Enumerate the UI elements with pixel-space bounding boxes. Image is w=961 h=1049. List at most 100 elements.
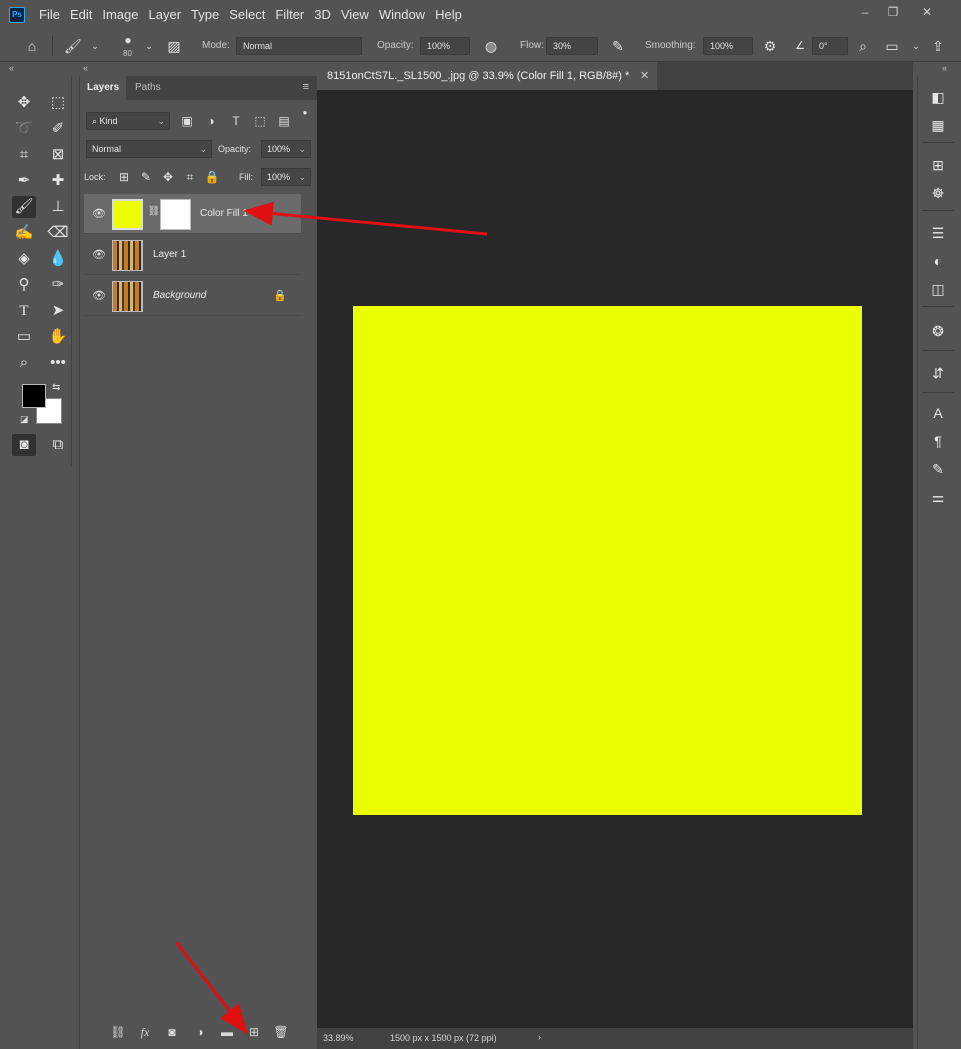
- color-fill-canvas[interactable]: [353, 306, 862, 815]
- mask-thumbnail[interactable]: [160, 199, 191, 230]
- dodge-tool-icon[interactable]: ⚲: [12, 274, 36, 296]
- pen-tool-icon[interactable]: ✑: [46, 274, 70, 296]
- layer-row-layer-1[interactable]: 👁 Layer 1: [84, 235, 301, 275]
- flow-field[interactable]: 30%: [546, 37, 598, 55]
- tab-paths[interactable]: Paths: [128, 76, 168, 100]
- menu-file[interactable]: File: [39, 7, 60, 22]
- clone-stamp-tool-icon[interactable]: ⊥: [46, 196, 70, 218]
- canvas-area[interactable]: [317, 90, 913, 1028]
- rectangle-tool-icon[interactable]: ▭: [12, 326, 36, 348]
- airbrush-icon[interactable]: ✎: [610, 38, 626, 54]
- marquee-tool-icon[interactable]: ⬚: [46, 92, 70, 114]
- filter-toggle-icon[interactable]: ●: [297, 108, 313, 117]
- link-layers-icon[interactable]: ⛓: [110, 1025, 126, 1039]
- search-icon[interactable]: ⌕: [855, 38, 871, 54]
- blend-mode-select[interactable]: Normal ⌄: [86, 140, 212, 158]
- properties-panel-icon[interactable]: ☰: [926, 222, 950, 244]
- menu-type[interactable]: Type: [191, 7, 219, 22]
- blur-tool-icon[interactable]: 💧: [46, 248, 70, 270]
- layer-row-color-fill-1[interactable]: 👁 ⛓ Color Fill 1: [84, 194, 301, 234]
- brush-settings-panel-icon[interactable]: ▨: [166, 38, 182, 54]
- hand-tool-icon[interactable]: ✋: [46, 326, 70, 348]
- adjustments-panel-icon[interactable]: ◐: [926, 250, 950, 272]
- eye-icon[interactable]: 👁: [92, 248, 106, 261]
- more-tools-icon[interactable]: •••: [46, 352, 70, 374]
- quick-selection-tool-icon[interactable]: ✐: [46, 118, 70, 140]
- angle-field[interactable]: 0°: [812, 37, 848, 55]
- layer-thumbnail[interactable]: [112, 281, 143, 312]
- pressure-opacity-icon[interactable]: ◍: [483, 38, 499, 54]
- add-mask-icon[interactable]: ◙: [164, 1025, 180, 1039]
- eye-icon[interactable]: 👁: [92, 207, 106, 220]
- opacity-field[interactable]: 100%: [420, 37, 470, 55]
- swatches-panel-icon[interactable]: ▦: [926, 114, 950, 136]
- menu-layer[interactable]: Layer: [149, 7, 182, 22]
- chevron-down-icon[interactable]: ⌄: [141, 38, 157, 54]
- layer-opacity-field[interactable]: 100% ⌄: [261, 140, 311, 158]
- brush-tool-icon[interactable]: 🖌: [12, 196, 36, 218]
- paint-bucket-tool-icon[interactable]: ◈: [12, 248, 36, 270]
- brush-settings-icon[interactable]: ✎: [926, 458, 950, 480]
- menu-edit[interactable]: Edit: [70, 7, 92, 22]
- layer-comps-panel-icon[interactable]: ◫: [926, 278, 950, 300]
- chevron-right-icon[interactable]: ›: [538, 1032, 541, 1042]
- minimize-icon[interactable]: –: [858, 6, 872, 18]
- screen-mode-icon[interactable]: ⧉: [46, 434, 70, 456]
- menu-view[interactable]: View: [341, 7, 369, 22]
- menu-window[interactable]: Window: [379, 7, 425, 22]
- menu-filter[interactable]: Filter: [275, 7, 304, 22]
- adjustment-layer-icon[interactable]: ◑: [192, 1025, 208, 1039]
- share-icon[interactable]: ⇪: [930, 38, 946, 54]
- filter-type-icon[interactable]: T: [228, 114, 244, 128]
- color-panel-icon[interactable]: ◧: [926, 86, 950, 108]
- filter-shape-icon[interactable]: ⬚: [252, 114, 268, 128]
- smoothing-field[interactable]: 100%: [703, 37, 753, 55]
- brush-tip-icon[interactable]: ●: [120, 32, 136, 48]
- fx-icon[interactable]: fx: [137, 1025, 153, 1040]
- lock-transparent-icon[interactable]: ⊞: [116, 170, 132, 184]
- lock-position-icon[interactable]: ✥: [160, 170, 176, 184]
- kind-filter-select[interactable]: ⌕ Kind ⌄: [86, 112, 170, 130]
- collapse-tools-icon[interactable]: «: [9, 62, 14, 75]
- collapse-dock-icon[interactable]: «: [942, 62, 947, 75]
- tool-presets-icon[interactable]: ⚌: [926, 486, 950, 508]
- lock-icon[interactable]: 🔒: [273, 289, 287, 302]
- fill-field[interactable]: 100% ⌄: [261, 168, 311, 186]
- filter-pixel-icon[interactable]: ▣: [179, 114, 195, 128]
- eyedropper-tool-icon[interactable]: ✒: [12, 170, 36, 192]
- close-tab-icon[interactable]: ✕: [640, 62, 649, 90]
- photoshop-logo-icon[interactable]: Ps: [9, 7, 25, 23]
- filter-smart-object-icon[interactable]: ▤: [276, 114, 292, 128]
- history-panel-icon[interactable]: ⇵: [926, 362, 950, 384]
- restore-icon[interactable]: ❐: [886, 6, 900, 18]
- patterns-panel-icon[interactable]: ☸: [926, 182, 950, 204]
- document-tab[interactable]: 8151onCtS7L._SL1500_.jpg @ 33.9% (Color …: [317, 62, 658, 90]
- quick-mask-icon[interactable]: ◙: [12, 434, 36, 456]
- brush-tool-preset-icon[interactable]: 🖌: [64, 38, 82, 54]
- foreground-color-swatch[interactable]: [22, 384, 46, 408]
- lock-all-icon[interactable]: 🔒: [204, 170, 220, 184]
- menu-image[interactable]: Image: [102, 7, 138, 22]
- default-colors-icon[interactable]: ◪: [20, 414, 29, 425]
- trash-icon[interactable]: 🗑: [273, 1025, 289, 1039]
- layer-thumbnail[interactable]: [112, 240, 143, 271]
- chevron-down-icon[interactable]: ⌄: [87, 38, 103, 54]
- layer-row-background[interactable]: 👁 Background 🔒: [84, 276, 301, 316]
- new-layer-icon[interactable]: ⊞: [246, 1025, 262, 1039]
- panel-menu-icon[interactable]: ≡: [303, 81, 309, 93]
- path-selection-tool-icon[interactable]: ➤: [46, 300, 70, 322]
- history-brush-tool-icon[interactable]: ✍: [12, 222, 36, 244]
- tab-layers[interactable]: Layers: [80, 76, 127, 100]
- frame-tool-icon[interactable]: ⊠: [46, 144, 70, 166]
- gear-icon[interactable]: ⚙: [762, 38, 778, 54]
- menu-3d[interactable]: 3D: [314, 7, 331, 22]
- swap-colors-icon[interactable]: ⇆: [52, 382, 60, 393]
- chevron-down-icon[interactable]: ⌄: [908, 38, 924, 54]
- close-window-icon[interactable]: ✕: [920, 6, 934, 18]
- workspace-icon[interactable]: ▭: [884, 38, 900, 54]
- lock-artboard-icon[interactable]: ⌗: [182, 170, 198, 185]
- zoom-level[interactable]: 33.89%: [323, 1033, 354, 1043]
- crop-tool-icon[interactable]: ⌗: [12, 144, 36, 166]
- menu-select[interactable]: Select: [229, 7, 265, 22]
- new-group-icon[interactable]: ▬: [219, 1025, 235, 1039]
